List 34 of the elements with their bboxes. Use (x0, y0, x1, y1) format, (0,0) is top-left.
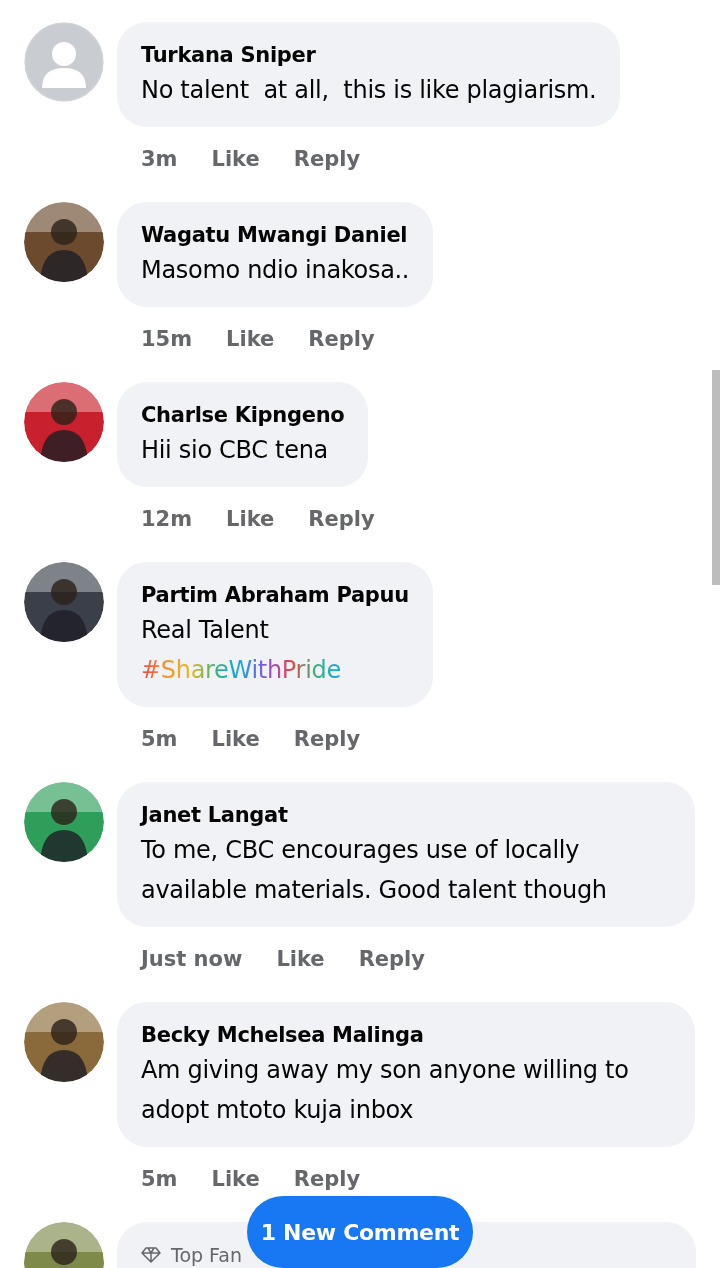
comment-text: Real Talent (141, 615, 270, 646)
scrollbar[interactable] (712, 370, 720, 585)
like-link[interactable]: Like (211, 722, 260, 756)
reply-link[interactable]: Reply (308, 502, 375, 536)
commenter-name[interactable]: Charlse Kipngeno (141, 400, 345, 430)
comment-text: To me, CBC encourages use of locally available materials. Good talent though (141, 835, 608, 906)
like-link[interactable]: Like (211, 1162, 260, 1196)
commenter-name[interactable]: Partim Abraham Papuu (141, 580, 409, 610)
commenter-name[interactable]: Turkana Sniper (141, 40, 597, 70)
commenter-name[interactable]: Becky Mchelsea Malinga (141, 1020, 671, 1050)
comment-time: 3m (141, 146, 178, 173)
comment-time: 5m (141, 726, 178, 753)
reply-link[interactable]: Reply (293, 1162, 361, 1196)
like-link[interactable]: Like (226, 502, 275, 536)
comment-time: Just now (141, 946, 243, 973)
comment-text: Masomo ndio inakosa.. (141, 255, 410, 286)
commenter-name[interactable]: Wagatu Mwangi Daniel (141, 220, 410, 250)
comment-time: 12m (141, 506, 193, 533)
like-link[interactable]: Like (226, 322, 275, 356)
commenter-name[interactable]: Janet Langat (141, 800, 671, 830)
reply-link[interactable]: Reply (358, 942, 425, 976)
reply-link[interactable]: Reply (293, 722, 361, 756)
comment-text: No talent at all, this is like plagiarism. (141, 75, 597, 106)
diamond-icon (141, 1247, 161, 1263)
comment-time: 5m (141, 1166, 178, 1193)
like-link[interactable]: Like (276, 942, 325, 976)
new-comment-button[interactable]: 1 New Comment (247, 1196, 473, 1268)
reply-link[interactable]: Reply (308, 322, 375, 356)
like-link[interactable]: Like (211, 142, 260, 176)
comment-time: 15m (141, 326, 193, 353)
comment-text: Hii sio CBC tena (141, 435, 329, 466)
comment-text: Am giving away my son anyone willing to adopt mtoto kuja inbox (141, 1055, 630, 1126)
top-fan-label: Top Fan (171, 1243, 242, 1268)
reply-link[interactable]: Reply (293, 142, 361, 176)
